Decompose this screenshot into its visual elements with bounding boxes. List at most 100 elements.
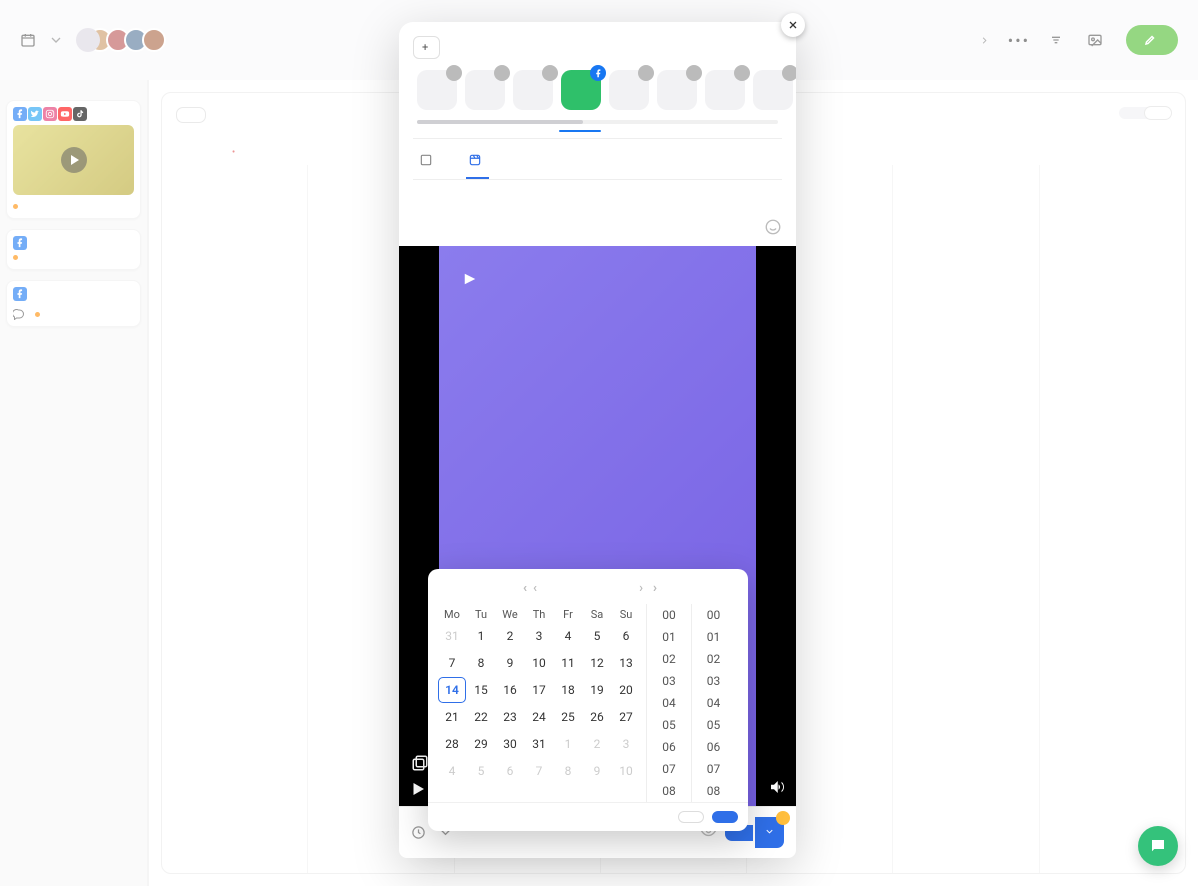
date-cell[interactable]: 17 xyxy=(525,677,553,703)
date-cell[interactable]: 25 xyxy=(554,704,582,730)
date-cell[interactable]: 30 xyxy=(496,731,524,757)
volume-icon[interactable] xyxy=(768,778,786,796)
prev-year-button[interactable]: ‹‹ xyxy=(521,579,525,598)
date-cell[interactable]: 15 xyxy=(467,677,495,703)
minute-option[interactable]: 02 xyxy=(692,648,735,670)
date-cell[interactable]: 4 xyxy=(438,758,466,784)
date-cell[interactable]: 8 xyxy=(554,758,582,784)
date-cell[interactable]: 22 xyxy=(467,704,495,730)
date-cell[interactable]: 21 xyxy=(438,704,466,730)
minute-option[interactable]: 05 xyxy=(692,714,735,736)
hour-option[interactable]: 04 xyxy=(647,692,691,714)
date-cell[interactable]: 8 xyxy=(467,650,495,676)
next-year-button[interactable]: ›› xyxy=(651,579,655,598)
hour-option[interactable]: 06 xyxy=(647,736,691,758)
date-cell[interactable]: 31 xyxy=(438,623,466,649)
date-cell[interactable]: 14 xyxy=(438,677,466,703)
tab-post[interactable] xyxy=(417,147,440,179)
weekday-header: MoTuWeThFrSaSu xyxy=(438,608,640,621)
date-cell[interactable]: 18 xyxy=(554,677,582,703)
hour-option[interactable]: 03 xyxy=(647,670,691,692)
clock-icon xyxy=(411,825,426,840)
channel-selector[interactable] xyxy=(399,22,796,120)
minute-option[interactable]: 00 xyxy=(692,604,735,626)
date-cell[interactable]: 29 xyxy=(467,731,495,757)
date-cell[interactable]: 4 xyxy=(554,623,582,649)
hour-option[interactable]: 07 xyxy=(647,758,691,780)
date-cell[interactable]: 5 xyxy=(467,758,495,784)
next-month-button[interactable]: › xyxy=(637,579,645,598)
date-cell[interactable]: 2 xyxy=(583,731,611,757)
minute-option[interactable]: 07 xyxy=(692,758,735,780)
hour-option[interactable]: 00 xyxy=(647,604,691,626)
date-cell[interactable]: 9 xyxy=(583,758,611,784)
hour-column[interactable]: 000102030405060708 xyxy=(647,604,691,802)
hour-option[interactable]: 05 xyxy=(647,714,691,736)
gallery-icon[interactable] xyxy=(411,754,429,772)
channel-chip[interactable] xyxy=(465,70,505,110)
add-labels-button[interactable]: + xyxy=(413,36,440,59)
date-cell[interactable]: 26 xyxy=(583,704,611,730)
minute-option[interactable]: 03 xyxy=(692,670,735,692)
channel-chip[interactable] xyxy=(657,70,697,110)
hour-option[interactable]: 01 xyxy=(647,626,691,648)
channel-chip[interactable] xyxy=(417,70,457,110)
channel-scrollbar[interactable] xyxy=(417,120,778,124)
date-cell[interactable]: 6 xyxy=(612,623,640,649)
date-cell[interactable]: 31 xyxy=(525,731,553,757)
date-picker-popover: ‹‹ ‹ › ›› MoTuWeThFrSaSu 311234567891011… xyxy=(428,569,748,831)
date-cell[interactable]: 1 xyxy=(554,731,582,757)
emoji-button[interactable] xyxy=(764,218,782,240)
date-cell[interactable]: 24 xyxy=(525,704,553,730)
date-cell[interactable]: 28 xyxy=(438,731,466,757)
close-button[interactable] xyxy=(781,13,805,37)
date-cell[interactable]: 2 xyxy=(496,623,524,649)
minute-option[interactable]: 08 xyxy=(692,780,735,802)
date-cell[interactable]: 3 xyxy=(525,623,553,649)
weekday-cell: Fr xyxy=(554,608,582,621)
close-icon xyxy=(787,19,799,31)
date-cell[interactable]: 7 xyxy=(525,758,553,784)
smile-icon xyxy=(764,218,782,236)
channel-badge-icon xyxy=(686,65,702,81)
tab-reels[interactable] xyxy=(466,147,489,179)
cancel-button[interactable] xyxy=(678,811,704,823)
warning-badge xyxy=(776,811,790,825)
ok-button[interactable] xyxy=(712,811,738,823)
play-icon[interactable] xyxy=(409,780,427,798)
date-cell[interactable]: 20 xyxy=(612,677,640,703)
date-cell[interactable]: 10 xyxy=(612,758,640,784)
save-dropdown-button[interactable] xyxy=(755,817,784,848)
prev-month-button[interactable]: ‹ xyxy=(531,579,539,598)
minute-option[interactable]: 01 xyxy=(692,626,735,648)
channel-chip[interactable] xyxy=(705,70,745,110)
help-button[interactable] xyxy=(1138,826,1178,866)
channel-chip[interactable] xyxy=(753,70,793,110)
channel-chip[interactable] xyxy=(513,70,553,110)
channel-badge-icon xyxy=(542,65,558,81)
date-cell[interactable]: 6 xyxy=(496,758,524,784)
date-cell[interactable]: 1 xyxy=(467,623,495,649)
minute-option[interactable]: 04 xyxy=(692,692,735,714)
date-cell[interactable]: 9 xyxy=(496,650,524,676)
date-cell[interactable]: 23 xyxy=(496,704,524,730)
date-cell[interactable]: 7 xyxy=(438,650,466,676)
minute-column[interactable]: 000102030405060708 xyxy=(691,604,735,802)
date-cell[interactable]: 10 xyxy=(525,650,553,676)
hour-option[interactable]: 08 xyxy=(647,780,691,802)
date-cell[interactable]: 19 xyxy=(583,677,611,703)
date-cell[interactable]: 27 xyxy=(612,704,640,730)
date-cell[interactable]: 11 xyxy=(554,650,582,676)
caption-input[interactable] xyxy=(399,180,796,246)
date-cell[interactable]: 12 xyxy=(583,650,611,676)
minute-option[interactable]: 06 xyxy=(692,736,735,758)
hour-option[interactable]: 02 xyxy=(647,648,691,670)
channel-badge-icon xyxy=(446,65,462,81)
channel-chip[interactable] xyxy=(609,70,649,110)
date-cell[interactable]: 13 xyxy=(612,650,640,676)
channel-chip-active[interactable] xyxy=(561,70,601,110)
channel-badge-icon xyxy=(782,65,796,81)
date-cell[interactable]: 5 xyxy=(583,623,611,649)
date-cell[interactable]: 3 xyxy=(612,731,640,757)
date-cell[interactable]: 16 xyxy=(496,677,524,703)
